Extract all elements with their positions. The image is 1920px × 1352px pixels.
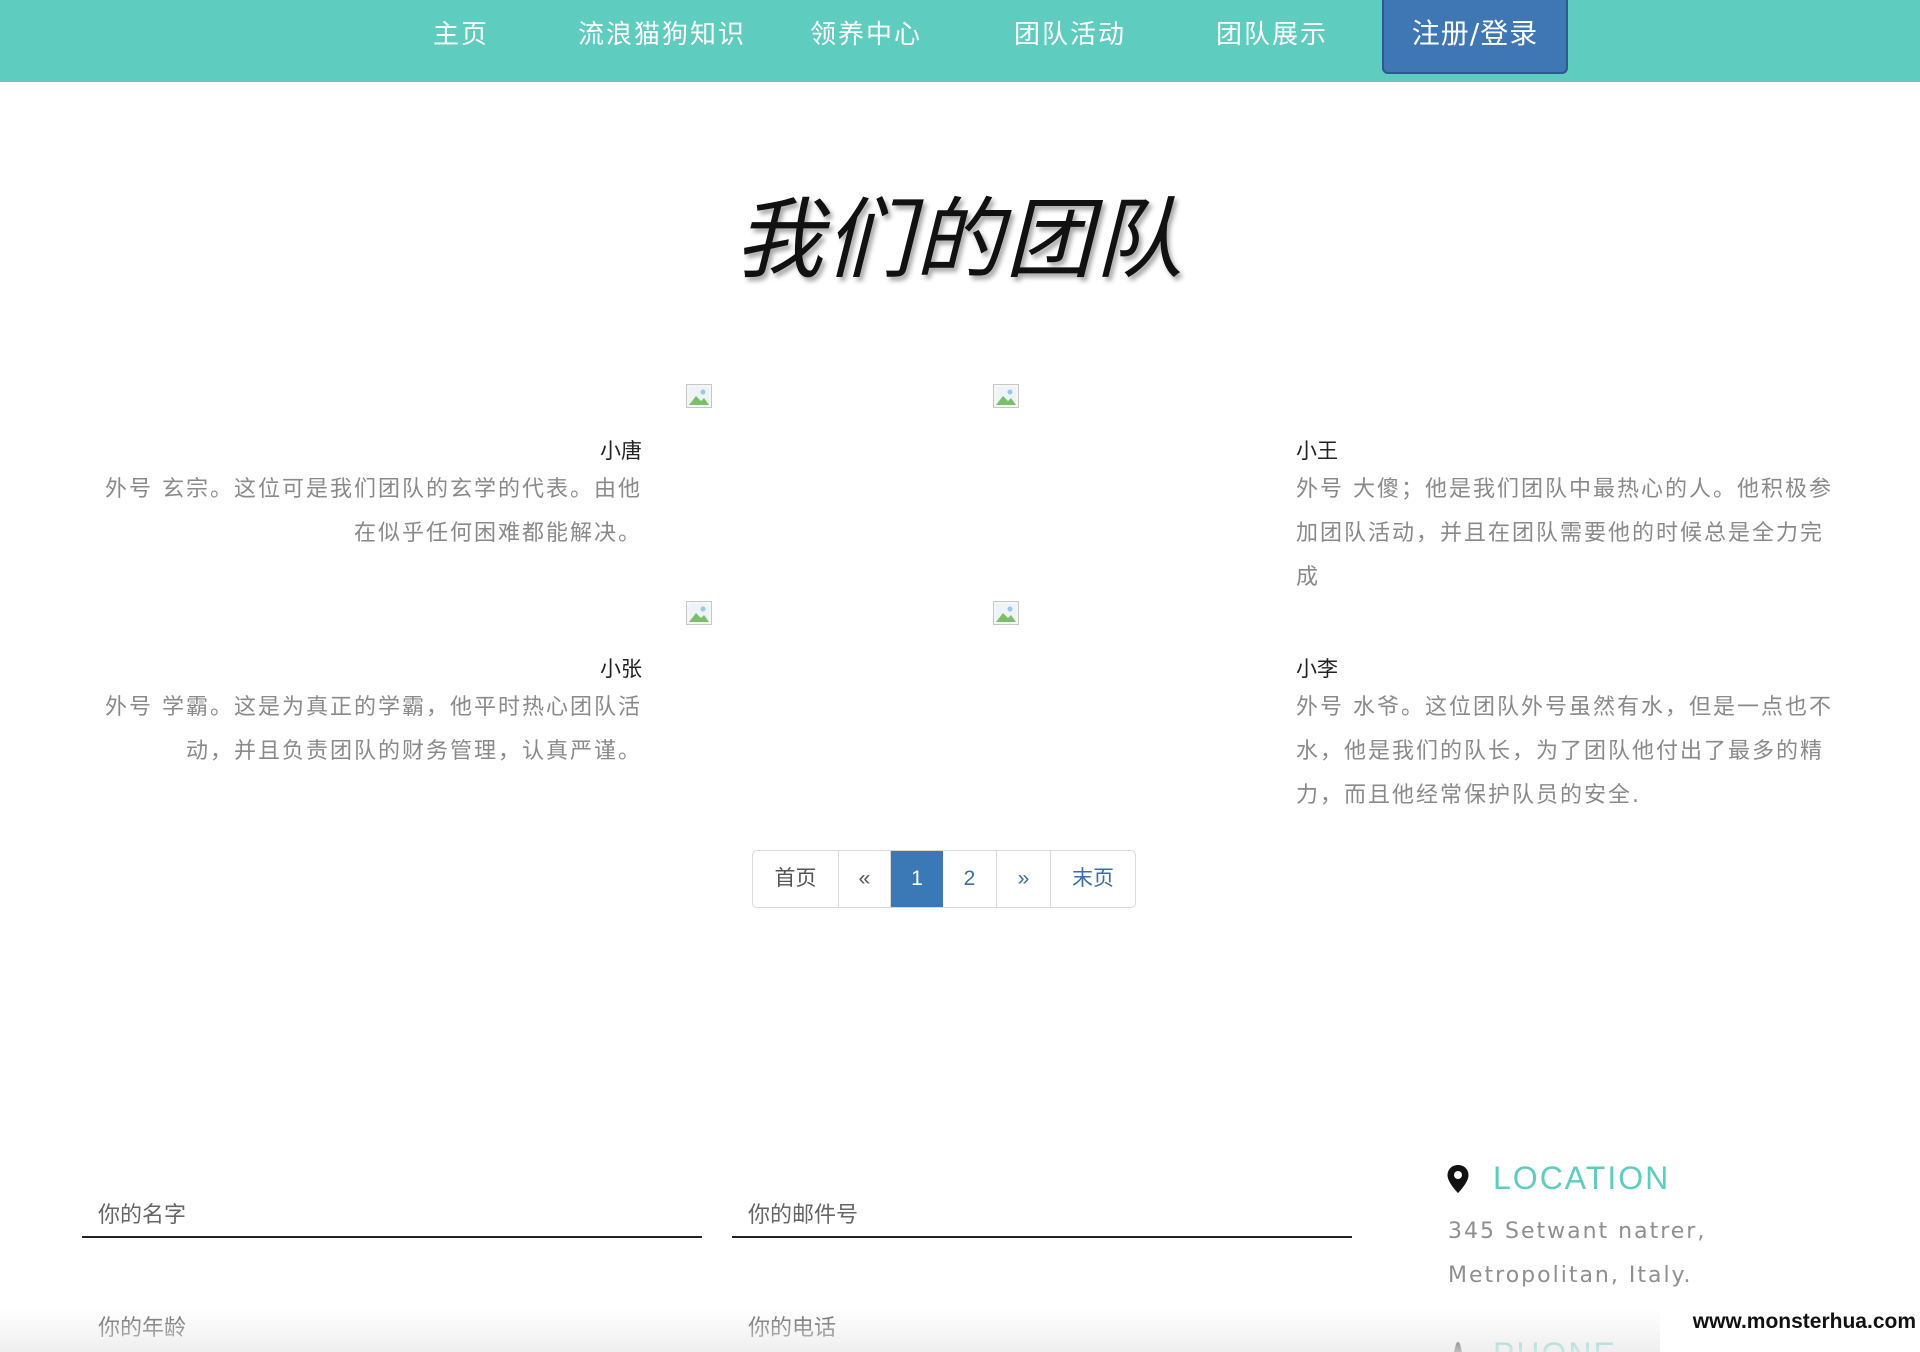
broken-image-icon (689, 387, 709, 405)
member-photo-xiaozhang (686, 601, 712, 625)
pager-next-button[interactable]: » (997, 851, 1051, 907)
phone-field[interactable] (732, 1306, 1352, 1350)
member-desc-xiaoli: 外号 水爷。这位团队外号虽然有水，但是一点也不水，他是我们的队长，为了团队他付出… (1296, 695, 1833, 808)
pager-page-2[interactable]: 2 (943, 851, 997, 907)
member-desc-xiaozhang: 外号 学霸。这是为真正的学霸，他平时热心团队活动，并且负责团队的财务管理，认真严… (105, 695, 642, 764)
phone-title-wrapper: PHONE (1493, 1336, 1617, 1352)
member-name-xiaowang: 小王 (1296, 439, 1338, 463)
pager-last-button[interactable]: 末页 (1051, 851, 1135, 907)
pager-first-button[interactable]: 首页 (753, 851, 839, 907)
address-line-1: 345 Setwant natrer, (1448, 1219, 1707, 1244)
email-field[interactable] (732, 1194, 1352, 1238)
location-title: LOCATION (1493, 1160, 1671, 1196)
watermark: www.monsterhua.com (1660, 1306, 1920, 1352)
top-nav: 主页 流浪猫狗知识 领养中心 团队活动 团队展示 注册/登录 (0, 0, 1920, 82)
pagination: 首页 « 1 2 » 末页 (752, 850, 1136, 908)
member-name-xiaoli: 小李 (1296, 657, 1338, 681)
broken-image-icon (996, 387, 1016, 405)
age-field[interactable] (82, 1306, 702, 1350)
pager-page-1[interactable]: 1 (891, 851, 943, 907)
login-register-button[interactable]: 注册/登录 (1382, 0, 1568, 74)
nav-item-home[interactable]: 主页 (433, 0, 489, 70)
nav-item-team-showcase[interactable]: 团队展示 (1216, 0, 1328, 70)
address-line-2: Metropolitan, Italy. (1448, 1263, 1693, 1288)
phone-icon (1454, 1342, 1462, 1352)
member-desc-xiaotang: 外号 玄宗。这位可是我们团队的玄学的代表。由他在似乎任何困难都能解决。 (105, 477, 642, 546)
member-name-xiaozhang: 小张 (600, 657, 642, 681)
member-desc-xiaowang: 外号 大傻；他是我们团队中最热心的人。他积极参加团队活动，并且在团队需要他的时候… (1296, 477, 1833, 590)
phone-title: PHONE (1493, 1336, 1617, 1352)
nav-item-adoption[interactable]: 领养中心 (810, 0, 922, 70)
name-field[interactable] (82, 1194, 702, 1238)
broken-image-icon (996, 604, 1016, 622)
member-name-xiaotang: 小唐 (600, 439, 642, 463)
member-photo-xiaoli (993, 601, 1019, 625)
broken-image-icon (689, 604, 709, 622)
member-photo-xiaotang (686, 384, 712, 408)
location-pin-icon (1447, 1165, 1469, 1193)
page-title: 我们的团队 (734, 188, 1185, 291)
nav-item-knowledge[interactable]: 流浪猫狗知识 (578, 0, 746, 70)
member-photo-xiaowang (993, 384, 1019, 408)
nav-item-activities[interactable]: 团队活动 (1014, 0, 1126, 70)
pager-prev-button[interactable]: « (839, 851, 891, 907)
